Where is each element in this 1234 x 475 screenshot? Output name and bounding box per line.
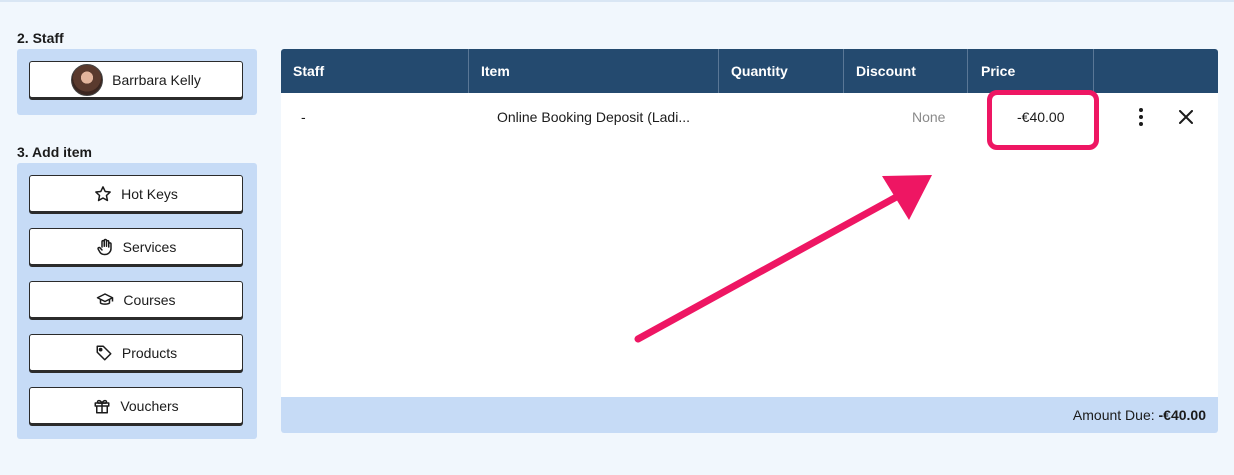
row-discount: None <box>912 109 946 125</box>
header-staff: Staff <box>293 63 325 79</box>
vouchers-button[interactable]: Vouchers <box>29 387 243 424</box>
staff-select-button[interactable]: Barrbara Kelly <box>29 61 243 98</box>
products-button[interactable]: Products <box>29 334 243 371</box>
services-button[interactable]: Services <box>29 228 243 265</box>
hot-keys-button[interactable]: Hot Keys <box>29 175 243 212</box>
price-highlight-box <box>987 90 1099 150</box>
add-item-panel: Hot Keys Services Courses Products Vouch… <box>17 163 257 439</box>
row-staff: - <box>301 109 306 125</box>
header-price: Price <box>981 63 1016 79</box>
remove-item-icon[interactable] <box>1176 107 1196 127</box>
graduation-cap-icon <box>97 292 114 305</box>
items-table: Staff Item Quantity Discount Price - Onl… <box>281 49 1218 433</box>
header-divider <box>967 49 968 93</box>
top-divider <box>0 0 1234 2</box>
amount-due-label: Amount Due: <box>1072 407 1155 423</box>
tag-icon <box>96 345 112 360</box>
gift-icon <box>94 399 110 413</box>
staff-panel: Barrbara Kelly <box>17 49 257 115</box>
hand-icon <box>96 238 112 255</box>
header-discount: Discount <box>856 63 916 79</box>
vouchers-label: Vouchers <box>120 397 179 414</box>
products-label: Products <box>121 344 178 361</box>
add-item-section-heading: 3. Add item <box>17 144 92 160</box>
header-item: Item <box>481 63 510 79</box>
staff-name: Barrbara Kelly <box>112 71 201 88</box>
row-item: Online Booking Deposit (Ladi... <box>497 109 690 125</box>
more-options-icon[interactable] <box>1131 107 1151 127</box>
amount-due: Amount Due: -€40.00 <box>1073 397 1206 433</box>
header-divider <box>1093 49 1094 93</box>
staff-section-heading: 2. Staff <box>17 30 64 46</box>
services-label: Services <box>122 238 177 255</box>
table-header: Staff Item Quantity Discount Price <box>281 49 1218 93</box>
star-icon <box>95 185 111 201</box>
avatar <box>71 63 104 96</box>
amount-due-value: -€40.00 <box>1158 407 1206 423</box>
courses-button[interactable]: Courses <box>29 281 243 318</box>
header-quantity: Quantity <box>731 63 788 79</box>
courses-label: Courses <box>123 291 176 308</box>
hot-keys-label: Hot Keys <box>121 185 178 202</box>
table-footer: Amount Due: -€40.00 <box>281 397 1218 433</box>
